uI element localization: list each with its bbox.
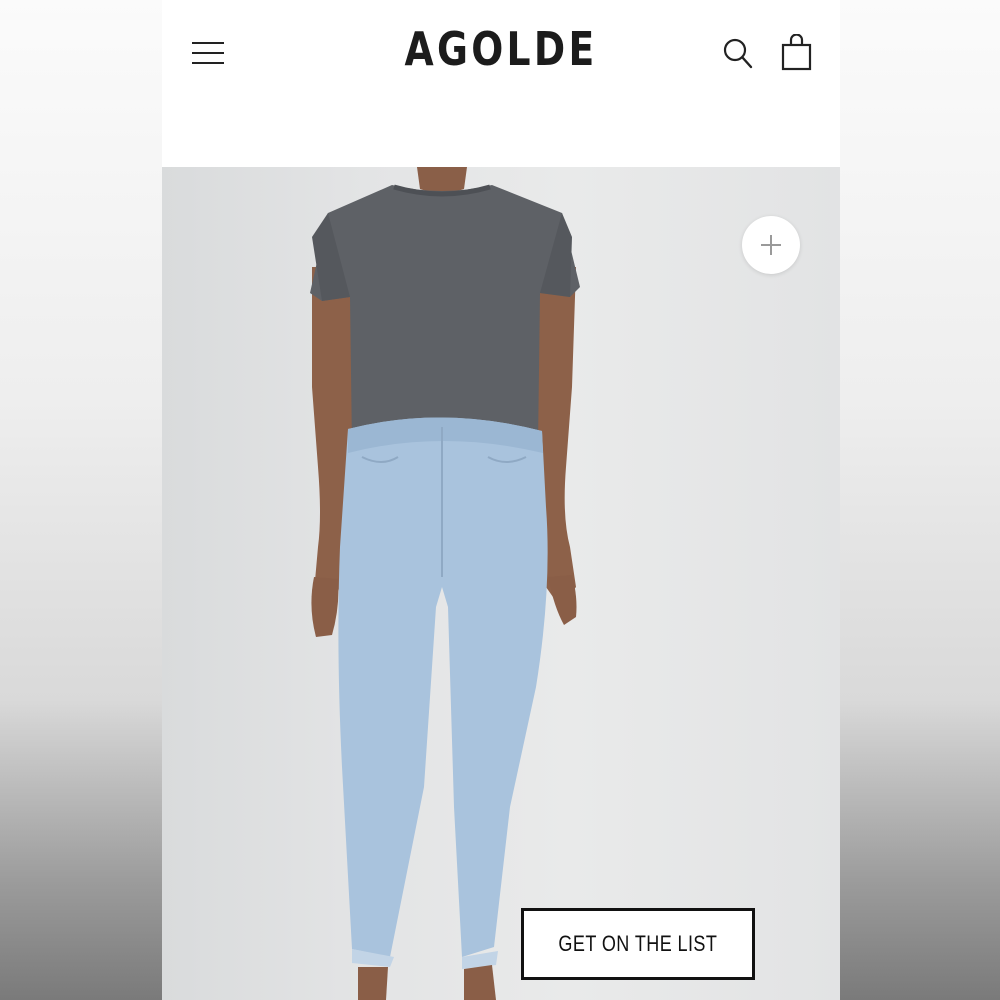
search-button[interactable] — [722, 36, 756, 72]
search-icon — [723, 38, 753, 69]
menu-button[interactable] — [190, 38, 226, 68]
brand-logo[interactable]: AGOLDE — [223, 22, 779, 76]
right-backdrop — [840, 0, 1000, 1000]
hamburger-menu-icon — [192, 42, 224, 44]
site-header: AGOLDE — [162, 0, 840, 167]
product-hero-image — [162, 167, 840, 1000]
shopping-bag-icon — [781, 33, 812, 71]
cta-label: GET ON THE LIST — [558, 931, 718, 956]
get-on-the-list-button[interactable]: GET ON THE LIST — [521, 908, 755, 980]
left-backdrop — [0, 0, 162, 1000]
mobile-page: AGOLDE GET ON THE LIST — [162, 0, 840, 1000]
model-photo — [310, 167, 580, 1000]
zoom-button[interactable] — [742, 216, 800, 274]
cart-button[interactable] — [780, 33, 814, 72]
